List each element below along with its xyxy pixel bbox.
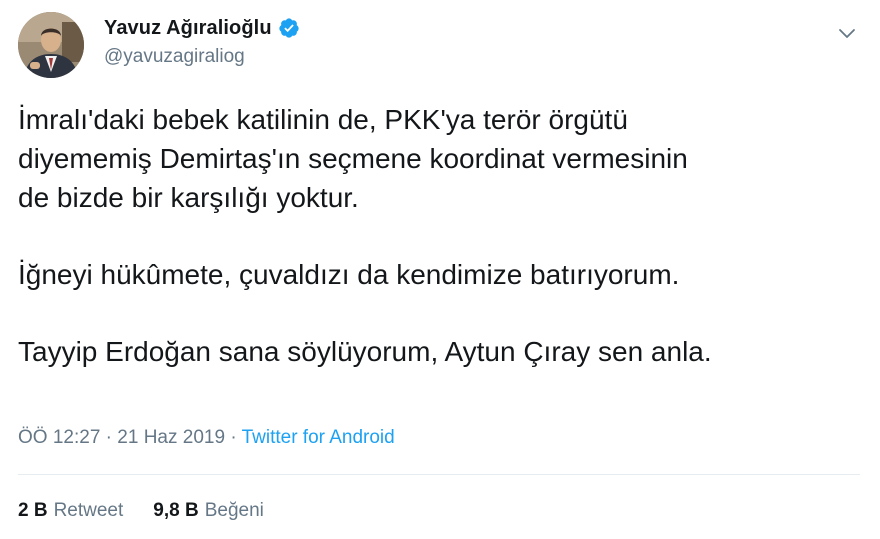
tweet-line: İmralı'daki bebek katilinin de, PKK'ya t… xyxy=(18,104,628,135)
meta-separator: · xyxy=(105,427,112,448)
like-label: Beğeni xyxy=(204,500,264,521)
tweet-line: İğneyi hükûmete, çuvaldızı da kendimize … xyxy=(18,259,680,290)
tweet-menu-button[interactable] xyxy=(836,22,858,44)
divider xyxy=(18,474,860,475)
avatar[interactable] xyxy=(18,12,84,78)
tweet-date[interactable]: 21 Haz 2019 xyxy=(117,427,225,448)
author-info: Yavuz Ağıralioğlu @yavuzagiraliog xyxy=(104,14,300,68)
verified-badge-icon xyxy=(278,17,300,39)
tweet-meta: ÖÖ 12:27 · 21 Haz 2019 · Twitter for And… xyxy=(18,427,395,449)
tweet-card: Yavuz Ağıralioğlu @yavuzagiraliog İmralı… xyxy=(0,0,880,539)
author-handle[interactable]: @yavuzagiraliog xyxy=(104,46,300,68)
tweet-line: Tayyip Erdoğan sana söylüyorum, Aytun Çı… xyxy=(18,336,712,367)
avatar-photo xyxy=(18,12,84,78)
tweet-line: diyememiş Demirtaş'ın seçmene koordinat … xyxy=(18,143,688,174)
retweet-count: 2 B xyxy=(18,500,48,521)
name-row: Yavuz Ağıralioğlu xyxy=(104,14,300,42)
tweet-line: de bizde bir karşılığı yoktur. xyxy=(18,182,359,213)
retweet-stat[interactable]: 2 B Retweet xyxy=(18,500,123,522)
tweet-text: İmralı'daki bebek katilinin de, PKK'ya t… xyxy=(18,100,868,371)
like-stat[interactable]: 9,8 B Beğeni xyxy=(153,500,264,522)
tweet-stats: 2 B Retweet 9,8 B Beğeni xyxy=(18,500,264,522)
tweet-time[interactable]: ÖÖ 12:27 xyxy=(18,427,100,448)
display-name[interactable]: Yavuz Ağıralioğlu xyxy=(104,17,272,40)
like-count: 9,8 B xyxy=(153,500,199,521)
tweet-source-link[interactable]: Twitter for Android xyxy=(242,427,395,448)
meta-separator: · xyxy=(230,427,237,448)
chevron-down-icon xyxy=(839,29,855,38)
retweet-label: Retweet xyxy=(53,500,124,521)
